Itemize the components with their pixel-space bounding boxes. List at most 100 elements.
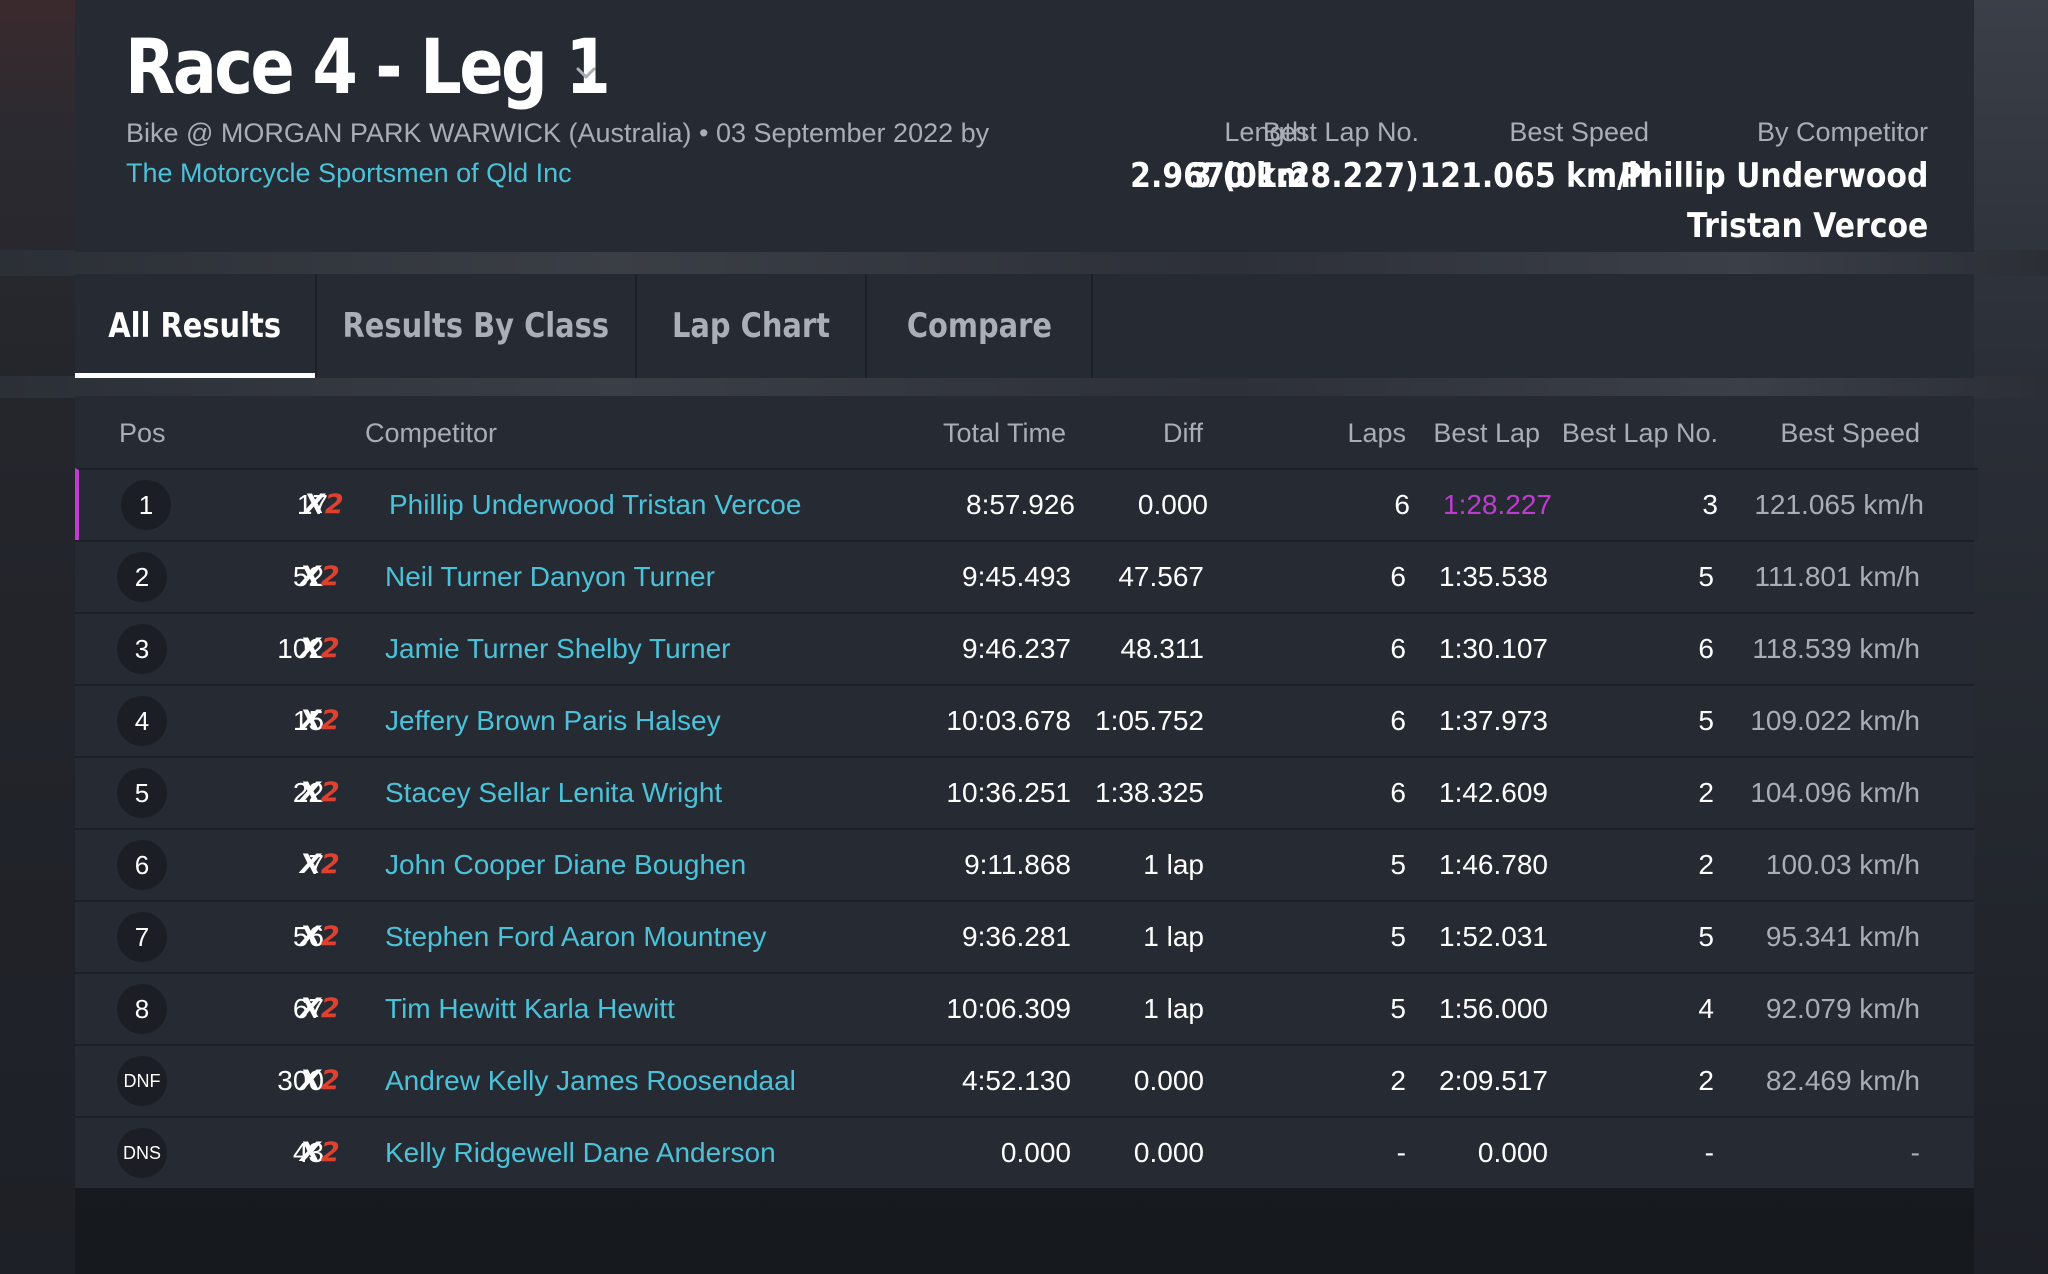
best-lap: 1:46.780 [1439, 849, 1548, 880]
x2-logo-2: 2 [320, 705, 340, 736]
x2-logo-x: X [300, 1137, 321, 1168]
best-speed: 109.022 km/h [1750, 705, 1920, 736]
diff: 1:38.325 [1095, 777, 1204, 808]
race-title[interactable]: Race 4 - Leg 1 [125, 22, 611, 111]
diff: 47.567 [1118, 561, 1204, 592]
x2-logo-x: X [300, 777, 321, 808]
table-row[interactable]: DNF 300 X2 Andrew Kelly James Roosendaal 4:5… [75, 1044, 1974, 1116]
col-competitor[interactable]: Competitor [365, 418, 497, 449]
x2-logo: X2 [300, 1046, 340, 1116]
best-speed: 104.096 km/h [1750, 777, 1920, 808]
tab-label: All Results [108, 306, 282, 346]
results-tabs: All Results Results By Class Lap Chart C… [75, 274, 1974, 378]
best-lap-no: - [1704, 1137, 1714, 1168]
x2-logo: X2 [300, 902, 340, 972]
table-row[interactable]: 3 102 X2 Jamie Turner Shelby Turner 9:46.237… [75, 612, 1974, 684]
background-left [0, 0, 75, 1274]
position-badge: DNF [117, 1056, 167, 1106]
diff: 1 lap [1143, 849, 1204, 880]
best-lap-no: 5 [1698, 705, 1714, 736]
diff: 0.000 [1137, 489, 1208, 520]
table-row[interactable]: 8 67 X2 Tim Hewitt Karla Hewitt 10:06.309 1 l… [75, 972, 1974, 1044]
position-badge: DNS [117, 1128, 167, 1178]
stat-by-competitor-line1: Phillip Underwood [1619, 156, 1928, 196]
x2-logo-2: 2 [320, 921, 340, 952]
table-row[interactable]: 6 7 X2 John Cooper Diane Boughen 9:11.868 1 l… [75, 828, 1974, 900]
total-time: 4:52.130 [962, 1065, 1071, 1096]
x2-logo: X2 [300, 1118, 340, 1188]
tab-lap-chart[interactable]: Lap Chart [637, 274, 867, 378]
competitor-link[interactable]: Phillip Underwood Tristan Vercoe [389, 470, 801, 540]
diff: 1 lap [1143, 993, 1204, 1024]
x2-logo-x: X [300, 921, 321, 952]
col-best-lap[interactable]: Best Lap [1433, 418, 1540, 449]
competitor-link[interactable]: Kelly Ridgewell Dane Anderson [385, 1118, 776, 1188]
stat-best-lap-no: Best Lap No. 3 (01:28.227) [1160, 117, 1419, 198]
best-lap-no: 4 [1698, 993, 1714, 1024]
x2-logo-x: X [300, 993, 321, 1024]
event-info: Bike @ MORGAN PARK WARWICK (Australia) •… [126, 118, 990, 148]
position-badge: 3 [117, 624, 167, 674]
competitor-link[interactable]: Jeffery Brown Paris Halsey [385, 686, 721, 756]
col-best-speed[interactable]: Best Speed [1780, 418, 1920, 449]
results-table: Pos Competitor Total Time Diff Laps Best… [75, 396, 1978, 1188]
table-row[interactable]: DNS 43 X2 Kelly Ridgewell Dane Anderson 0.00… [75, 1116, 1974, 1188]
competitor-link[interactable]: John Cooper Diane Boughen [385, 830, 746, 900]
best-lap-no: 3 [1702, 489, 1718, 520]
laps: 6 [1394, 489, 1410, 520]
col-pos[interactable]: Pos [119, 418, 166, 449]
table-row[interactable]: 4 15 X2 Jeffery Brown Paris Halsey 10:03.678… [75, 684, 1974, 756]
best-speed: 92.079 km/h [1765, 993, 1920, 1024]
diff: 1 lap [1143, 921, 1204, 952]
diff: 0.000 [1133, 1137, 1204, 1168]
total-time: 10:03.678 [946, 705, 1071, 736]
background-strip [0, 250, 2048, 276]
laps: 6 [1390, 561, 1406, 592]
x2-logo-x: X [304, 489, 325, 520]
competitor-link[interactable]: Stephen Ford Aaron Mountney [385, 902, 766, 972]
tab-compare[interactable]: Compare [867, 274, 1093, 378]
best-speed: 82.469 km/h [1765, 1065, 1920, 1096]
x2-logo-2: 2 [320, 993, 340, 1024]
best-lap-no: 2 [1698, 1065, 1714, 1096]
competitor-link[interactable]: Stacey Sellar Lenita Wright [385, 758, 722, 828]
competitor-link[interactable]: Jamie Turner Shelby Turner [385, 614, 731, 684]
table-row[interactable]: 2 52 X2 Neil Turner Danyon Turner 9:45.493 47… [75, 540, 1974, 612]
col-diff[interactable]: Diff [1163, 418, 1203, 449]
laps: 6 [1390, 777, 1406, 808]
competitor-link[interactable]: Andrew Kelly James Roosendaal [385, 1046, 796, 1116]
best-lap-no: 5 [1698, 561, 1714, 592]
table-row[interactable]: 5 22 X2 Stacey Sellar Lenita Wright 10:36.25… [75, 756, 1974, 828]
best-speed: 121.065 km/h [1754, 489, 1924, 520]
competitor-link[interactable]: Tim Hewitt Karla Hewitt [385, 974, 675, 1044]
best-speed: 95.341 km/h [1765, 921, 1920, 952]
best-lap: 2:09.517 [1439, 1065, 1548, 1096]
col-total-time[interactable]: Total Time [943, 418, 1066, 449]
stat-best-lap-no-label: Best Lap No. [1262, 117, 1419, 147]
tab-all-results[interactable]: All Results [75, 274, 317, 378]
col-best-lap-no[interactable]: Best Lap No. [1562, 418, 1718, 449]
organizer-link[interactable]: The Motorcycle Sportsmen of Qld Inc [126, 158, 572, 189]
total-time: 9:11.868 [964, 849, 1071, 880]
x2-logo-x: X [300, 849, 321, 880]
best-lap: 1:28.227 [1443, 489, 1552, 520]
table-row[interactable]: 1 17 X2 Phillip Underwood Tristan Vercoe 8:5… [75, 468, 1978, 540]
best-lap: 1:56.000 [1439, 993, 1548, 1024]
total-time: 8:57.926 [966, 489, 1075, 520]
race-header: Race 4 - Leg 1 Bike @ MORGAN PARK WARWIC… [75, 0, 1974, 252]
best-lap-no: 2 [1698, 849, 1714, 880]
competitor-link[interactable]: Neil Turner Danyon Turner [385, 542, 715, 612]
best-lap-no: 6 [1698, 633, 1714, 664]
position-badge: 5 [117, 768, 167, 818]
chevron-down-icon[interactable] [575, 62, 597, 84]
best-speed: - [1910, 1137, 1920, 1168]
tab-results-by-class[interactable]: Results By Class [317, 274, 637, 378]
x2-logo-x: X [300, 705, 321, 736]
total-time: 9:45.493 [962, 561, 1071, 592]
stat-best-lap-no-value: 3 (01:28.227) [1191, 156, 1419, 196]
stat-by-competitor-label: By Competitor [1756, 117, 1928, 147]
total-time: 10:36.251 [946, 777, 1071, 808]
best-lap: 1:37.973 [1439, 705, 1548, 736]
table-row[interactable]: 7 56 X2 Stephen Ford Aaron Mountney 9:36.281… [75, 900, 1974, 972]
col-laps[interactable]: Laps [1347, 418, 1406, 449]
